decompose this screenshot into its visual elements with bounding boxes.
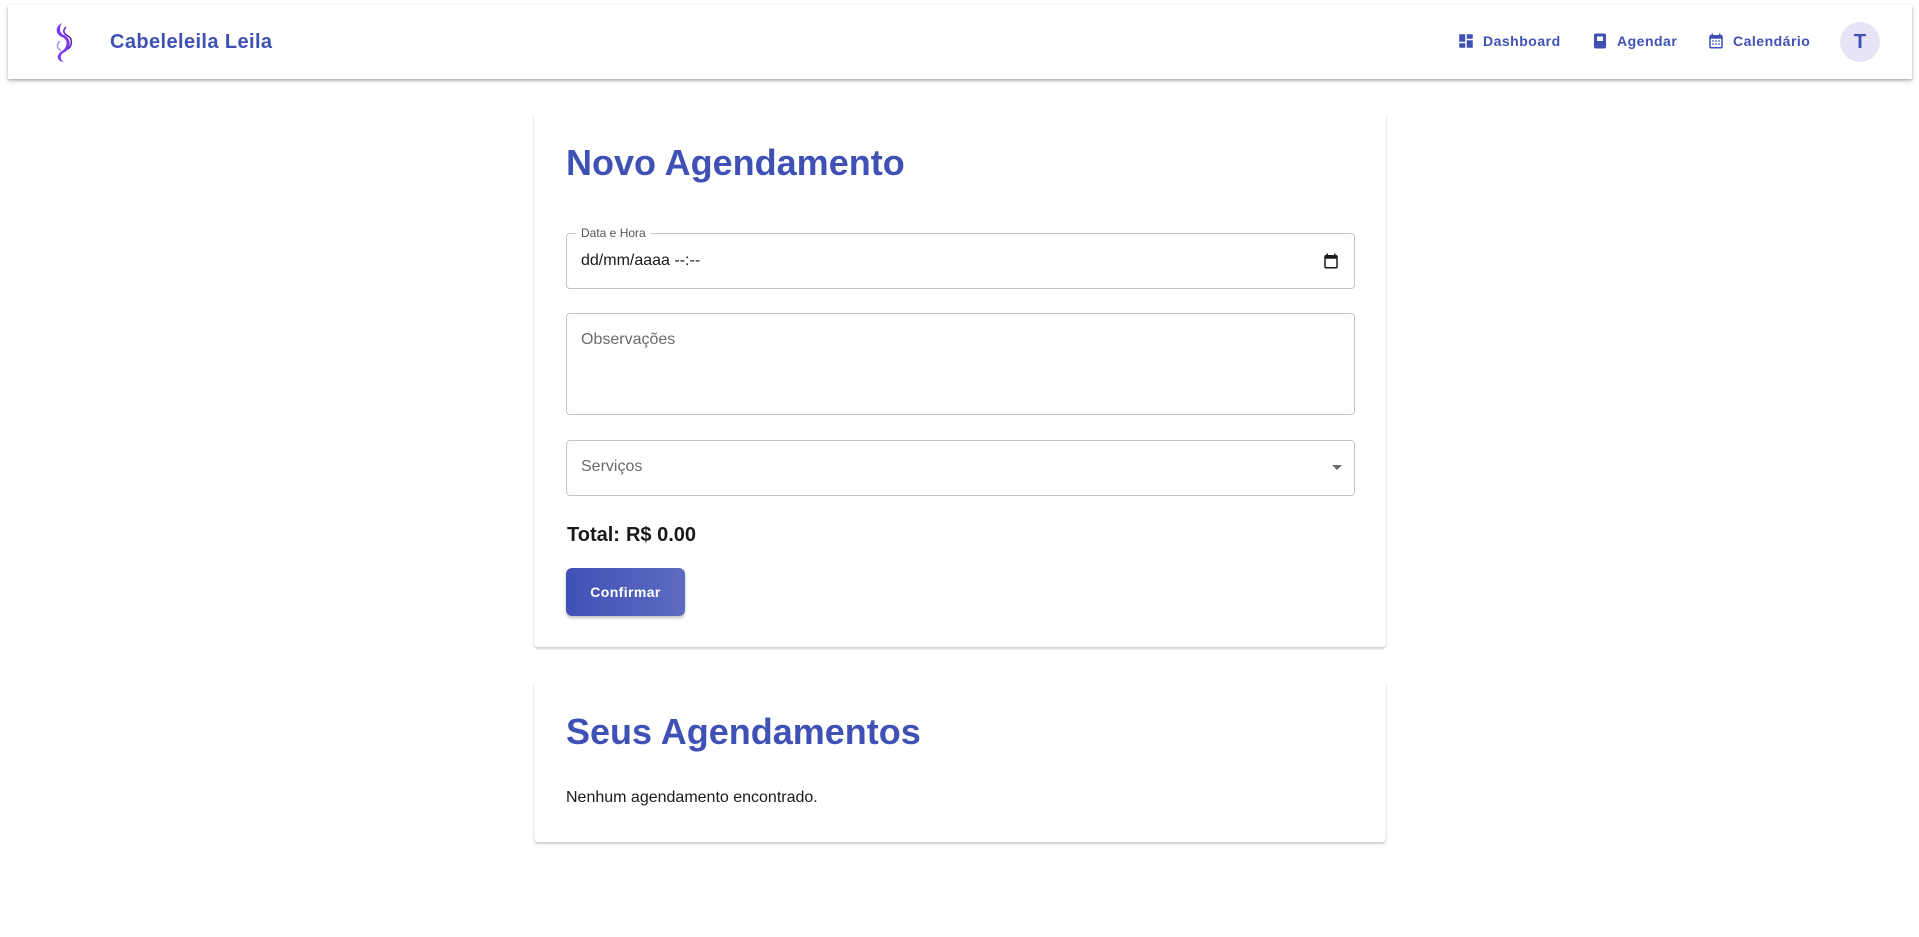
- calendar-icon: [1709, 33, 1723, 49]
- servicos-select[interactable]: Serviços: [566, 440, 1355, 496]
- hair-logo-icon[interactable]: [42, 19, 84, 65]
- nav-calendario-label: Calendário: [1733, 33, 1811, 49]
- new-appointment-card: Novo Agendamento Data e Hora dd/mm/aaaa …: [534, 112, 1386, 647]
- nav-dashboard[interactable]: Dashboard: [1457, 32, 1561, 50]
- datetime-label: Data e Hora: [576, 226, 651, 240]
- calendar-picker-icon[interactable]: [1322, 252, 1340, 270]
- nav-agendar-label: Agendar: [1617, 33, 1678, 49]
- brand-title[interactable]: Cabeleleila Leila: [110, 31, 272, 54]
- datetime-value[interactable]: dd/mm/aaaa --:--: [581, 252, 700, 270]
- servicos-placeholder: Serviços: [581, 458, 643, 475]
- empty-appointments-message: Nenhum agendamento encontrado.: [566, 789, 818, 806]
- chevron-down-icon[interactable]: [1332, 465, 1342, 470]
- user-avatar[interactable]: T: [1840, 22, 1880, 62]
- book-icon: [1594, 33, 1606, 49]
- nav-dashboard-label: Dashboard: [1483, 33, 1561, 49]
- total-label: Total:: [567, 524, 620, 546]
- total-amount: Total: R$ 0.00: [567, 524, 696, 547]
- datetime-field[interactable]: Data e Hora dd/mm/aaaa --:--: [566, 226, 1355, 289]
- nav-calendario[interactable]: Calendário: [1707, 32, 1810, 50]
- appointments-card: Seus Agendamentos Nenhum agendamento enc…: [534, 681, 1386, 842]
- appointments-title: Seus Agendamentos: [566, 711, 921, 752]
- observacoes-placeholder: Observações: [581, 331, 676, 348]
- total-value: R$ 0.00: [625, 524, 697, 546]
- dashboard-icon: [1459, 34, 1473, 48]
- confirm-button[interactable]: Confirmar: [566, 568, 685, 616]
- app-bar: Cabeleleila Leila Dashboard Agendar Cale…: [8, 5, 1912, 79]
- observacoes-textarea[interactable]: Observações: [566, 313, 1355, 415]
- new-appointment-title: Novo Agendamento: [566, 142, 905, 183]
- nav-agendar[interactable]: Agendar: [1591, 32, 1677, 50]
